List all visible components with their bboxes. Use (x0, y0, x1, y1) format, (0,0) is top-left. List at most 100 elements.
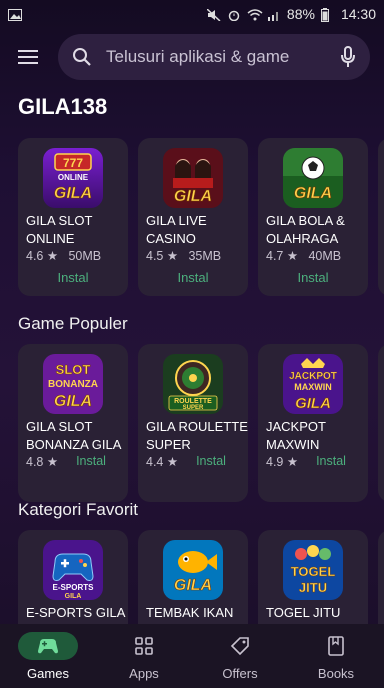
battery-percent: 88% (286, 6, 315, 22)
app-name: GILA SLOT ONLINE (26, 213, 93, 246)
app-name: TEMBAK IKAN (146, 605, 234, 620)
battery-icon (320, 8, 335, 22)
app-meta: 4.9 ★ Instal (266, 454, 346, 469)
slot-bonanza-icon: SLOT BONANZA GILA (43, 354, 103, 414)
app-card-tembak-ikan[interactable]: GILA TEMBAK IKAN (138, 530, 248, 624)
soccer-ball-icon: GILA (283, 148, 343, 208)
jackpot-icon: JACKPOT MAXWIN GILA (283, 354, 343, 414)
svg-text:MAXWIN: MAXWIN (294, 382, 332, 392)
svg-text:GILA: GILA (174, 577, 212, 594)
search-icon (73, 48, 91, 66)
install-button[interactable]: Instal (138, 270, 248, 285)
search-input[interactable]: Telusuri aplikasi & game (58, 34, 370, 80)
app-meta: 4.7 ★ 40MB (266, 248, 341, 263)
file-size: 40MB (308, 249, 342, 263)
nav-offers-label: Offers (222, 665, 258, 681)
svg-text:777: 777 (63, 156, 83, 170)
book-icon (328, 635, 344, 656)
rating: 4.4 ★ (146, 455, 179, 469)
install-button[interactable]: Instal (316, 454, 346, 469)
apps-grid-icon (135, 636, 153, 655)
bottom-navigation: Games Apps Offers Books (0, 624, 384, 688)
nav-games[interactable]: Games (0, 631, 96, 681)
hamburger-icon (18, 50, 38, 64)
app-name: JACKPOT MAXWIN (266, 419, 326, 452)
install-button[interactable]: Instal (258, 270, 368, 285)
svg-text:GILA: GILA (294, 185, 332, 202)
rating: 4.5 ★ (146, 249, 179, 263)
app-card-partial[interactable] (378, 138, 384, 296)
gamepad-icon: E-SPORTS GILA (43, 540, 103, 600)
brand-row: 777 ONLINE GILA GILA SLOT ONLINE 4.6 ★ 5… (18, 138, 384, 298)
search-placeholder: Telusuri aplikasi & game (106, 47, 290, 66)
rating: 4.9 ★ (266, 455, 299, 469)
lottery-balls-icon: TOGEL JITU (283, 540, 343, 600)
svg-text:ROULETTE: ROULETTE (174, 398, 212, 405)
rating: 4.6 ★ (26, 249, 59, 263)
app-card-gila-slot-online[interactable]: 777 ONLINE GILA GILA SLOT ONLINE 4.6 ★ 5… (18, 138, 128, 296)
svg-text:GILA: GILA (174, 188, 212, 205)
tag-icon (230, 636, 249, 655)
svg-text:BONANZA: BONANZA (48, 379, 98, 390)
menu-button[interactable] (0, 34, 56, 80)
svg-text:GILA: GILA (54, 185, 92, 202)
svg-text:ONLINE: ONLINE (58, 173, 89, 182)
app-card-togel-jitu[interactable]: TOGEL JITU TOGEL JITU (258, 530, 368, 624)
slot-machine-icon: 777 ONLINE GILA (43, 148, 103, 208)
section-title-favorite: Kategori Favorit (18, 500, 138, 519)
microphone-icon[interactable] (340, 46, 356, 68)
nav-books-label: Books (317, 665, 355, 681)
app-card-gila-live-casino[interactable]: GILA GILA LIVE CASINO 4.5 ★ 35MB Instal (138, 138, 248, 296)
app-meta: 4.6 ★ 50MB (26, 248, 101, 263)
app-card-slot-bonanza[interactable]: SLOT BONANZA GILA GILA SLOT BONANZA GILA… (18, 344, 128, 502)
fish-icon: GILA (163, 540, 223, 600)
app-name: GILA LIVE CASINO (146, 213, 207, 246)
favorite-row: E-SPORTS GILA E-SPORTS GILA GILA TEMBAK … (18, 530, 384, 624)
app-name: E-SPORTS GILA (26, 605, 126, 620)
svg-text:JACKPOT: JACKPOT (289, 371, 337, 382)
app-name: GILA ROULETTE SUPER (146, 419, 248, 452)
app-meta: 4.8 ★ Instal (26, 454, 106, 469)
rating: 4.7 ★ (266, 249, 299, 263)
roulette-icon: ROULETTE SUPER (163, 354, 223, 414)
gallery-icon (8, 8, 22, 21)
nav-games-pill (18, 631, 78, 660)
section-title-popular: Game Populer (18, 314, 128, 333)
app-meta: 4.4 ★ Instal (146, 454, 226, 469)
file-size: 35MB (188, 249, 222, 263)
app-meta: 4.5 ★ 35MB (146, 248, 221, 263)
signal-icon (267, 8, 281, 21)
popular-row: SLOT BONANZA GILA GILA SLOT BONANZA GILA… (18, 344, 384, 504)
app-name: TOGEL JITU (266, 605, 341, 620)
section-title-brand: GILA138 (18, 94, 108, 119)
svg-text:E-SPORTS: E-SPORTS (53, 583, 95, 592)
svg-text:SUPER: SUPER (183, 405, 204, 411)
app-card-partial[interactable] (378, 530, 384, 624)
app-card-jackpot-maxwin[interactable]: JACKPOT MAXWIN GILA JACKPOT MAXWIN 4.9 ★… (258, 344, 368, 502)
svg-text:GILA: GILA (54, 393, 92, 410)
svg-text:SLOT: SLOT (56, 362, 91, 377)
app-card-partial[interactable] (378, 344, 384, 502)
install-button[interactable]: Instal (76, 454, 106, 469)
svg-text:TOGEL: TOGEL (291, 564, 336, 579)
app-card-roulette-super[interactable]: ROULETTE SUPER GILA ROULETTE SUPER 4.4 ★… (138, 344, 248, 502)
top-bar: Telusuri aplikasi & game (0, 34, 384, 80)
gamepad-icon (38, 638, 58, 653)
svg-text:GILA: GILA (65, 593, 82, 600)
install-button[interactable]: Instal (18, 270, 128, 285)
svg-text:GILA: GILA (295, 395, 331, 412)
nav-offers[interactable]: Offers (192, 632, 288, 681)
wifi-icon (247, 8, 263, 21)
app-name: GILA SLOT BONANZA GILA (26, 419, 122, 452)
live-casino-icon: GILA (163, 148, 223, 208)
mute-icon (206, 8, 221, 22)
svg-text:JITU: JITU (299, 580, 327, 595)
nav-apps-label: Apps (129, 665, 159, 681)
nav-games-label: Games (27, 665, 69, 681)
nav-books[interactable]: Books (288, 632, 384, 681)
install-button[interactable]: Instal (196, 454, 226, 469)
app-card-esports-gila[interactable]: E-SPORTS GILA E-SPORTS GILA (18, 530, 128, 624)
app-card-gila-bola[interactable]: GILA GILA BOLA & OLAHRAGA 4.7 ★ 40MB Ins… (258, 138, 368, 296)
nav-apps[interactable]: Apps (96, 632, 192, 681)
app-name: GILA BOLA & OLAHRAGA (266, 213, 345, 246)
